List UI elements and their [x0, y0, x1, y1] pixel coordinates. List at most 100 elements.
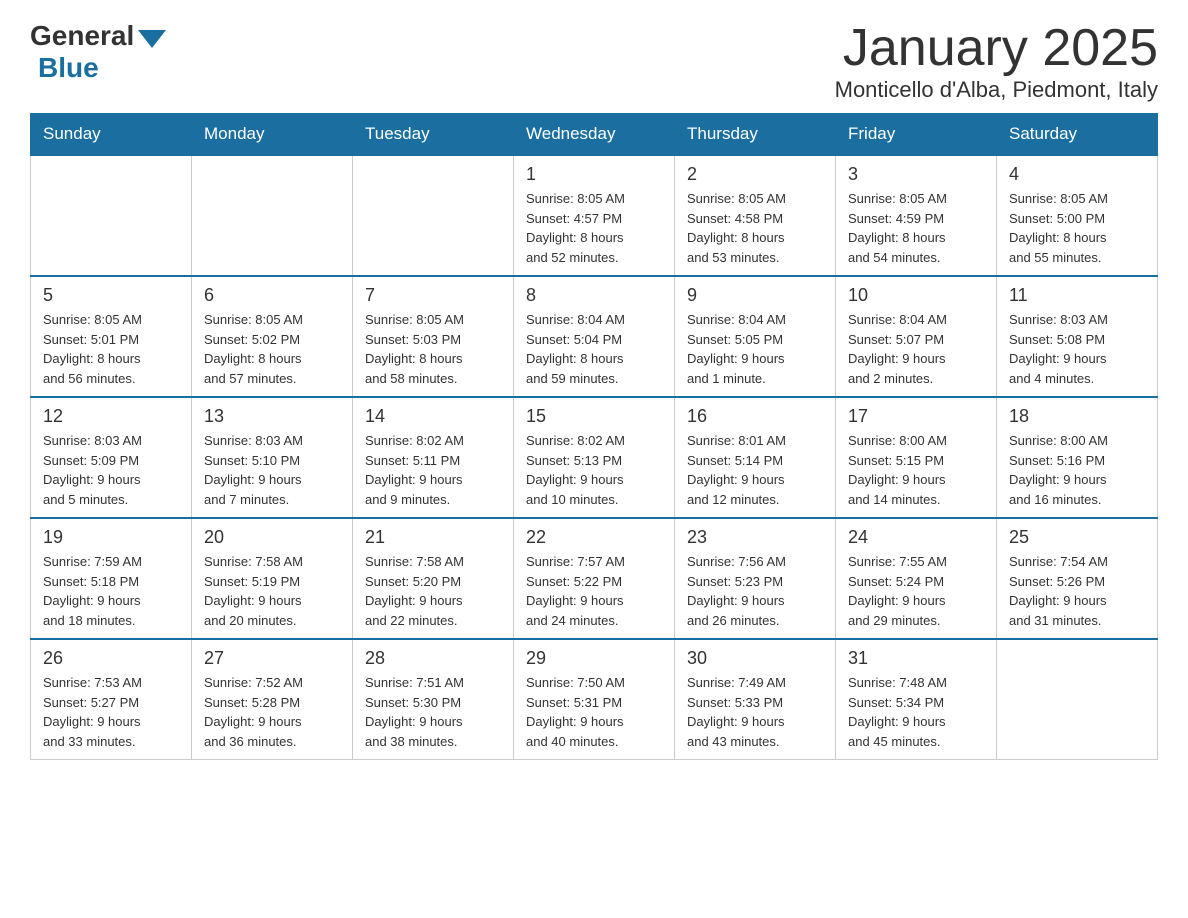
title-section: January 2025 Monticello d'Alba, Piedmont… [835, 20, 1158, 103]
day-info: Sunrise: 7:58 AMSunset: 5:20 PMDaylight:… [365, 552, 501, 630]
calendar-day-7: 7Sunrise: 8:05 AMSunset: 5:03 PMDaylight… [353, 276, 514, 397]
day-number: 22 [526, 527, 662, 548]
day-info: Sunrise: 7:55 AMSunset: 5:24 PMDaylight:… [848, 552, 984, 630]
day-number: 31 [848, 648, 984, 669]
day-info: Sunrise: 8:01 AMSunset: 5:14 PMDaylight:… [687, 431, 823, 509]
day-info: Sunrise: 7:51 AMSunset: 5:30 PMDaylight:… [365, 673, 501, 751]
day-number: 18 [1009, 406, 1145, 427]
calendar-day-26: 26 Sunrise: 7:53 AMSunset: 5:27 PMDayligh… [31, 639, 192, 760]
day-info: Sunrise: 8:04 AMSunset: 5:07 PMDaylight:… [848, 310, 984, 388]
weekday-header-row: SundayMondayTuesdayWednesdayThursdayFrid… [31, 114, 1158, 156]
weekday-header-monday: Monday [192, 114, 353, 156]
day-info: Sunrise: 7:54 AMSunset: 5:26 PMDaylight:… [1009, 552, 1145, 630]
day-info: Sunrise: 8:02 AMSunset: 5:13 PMDaylight:… [526, 431, 662, 509]
weekday-header-friday: Friday [836, 114, 997, 156]
calendar-day-9: 9 Sunrise: 8:04 AMSunset: 5:05 PMDaylight… [675, 276, 836, 397]
calendar-day-4: 4 Sunrise: 8:05 AMSunset: 5:00 PMDaylight… [997, 155, 1158, 276]
day-number: 25 [1009, 527, 1145, 548]
day-number: 8 [526, 285, 662, 306]
day-info: Sunrise: 8:05 AMSunset: 4:57 PMDaylight:… [526, 189, 662, 267]
day-number: 15 [526, 406, 662, 427]
day-info: Sunrise: 8:03 AMSunset: 5:10 PMDaylight:… [204, 431, 340, 509]
calendar-day-17: 17 Sunrise: 8:00 AMSunset: 5:15 PMDayligh… [836, 397, 997, 518]
day-number: 4 [1009, 164, 1145, 185]
day-info: Sunrise: 8:05 AMSunset: 5:01 PMDaylight:… [43, 310, 179, 388]
day-number: 5 [43, 285, 179, 306]
calendar-day-5: 5 Sunrise: 8:05 AMSunset: 5:01 PMDaylight… [31, 276, 192, 397]
day-number: 10 [848, 285, 984, 306]
calendar-day-27: 27 Sunrise: 7:52 AMSunset: 5:28 PMDayligh… [192, 639, 353, 760]
calendar-header: SundayMondayTuesdayWednesdayThursdayFrid… [31, 114, 1158, 156]
day-info: Sunrise: 7:58 AMSunset: 5:19 PMDaylight:… [204, 552, 340, 630]
day-number: 29 [526, 648, 662, 669]
calendar-day-10: 10 Sunrise: 8:04 AMSunset: 5:07 PMDayligh… [836, 276, 997, 397]
calendar-day-1: 1Sunrise: 8:05 AMSunset: 4:57 PMDaylight… [514, 155, 675, 276]
calendar-day-empty [353, 155, 514, 276]
calendar-day-21: 21 Sunrise: 7:58 AMSunset: 5:20 PMDayligh… [353, 518, 514, 639]
day-info: Sunrise: 7:57 AMSunset: 5:22 PMDaylight:… [526, 552, 662, 630]
calendar-day-22: 22 Sunrise: 7:57 AMSunset: 5:22 PMDayligh… [514, 518, 675, 639]
day-info: Sunrise: 8:05 AMSunset: 4:58 PMDaylight:… [687, 189, 823, 267]
day-info: Sunrise: 7:52 AMSunset: 5:28 PMDaylight:… [204, 673, 340, 751]
day-number: 12 [43, 406, 179, 427]
day-number: 23 [687, 527, 823, 548]
day-number: 24 [848, 527, 984, 548]
day-number: 26 [43, 648, 179, 669]
day-number: 2 [687, 164, 823, 185]
day-info: Sunrise: 7:48 AMSunset: 5:34 PMDaylight:… [848, 673, 984, 751]
day-info: Sunrise: 8:02 AMSunset: 5:11 PMDaylight:… [365, 431, 501, 509]
weekday-header-wednesday: Wednesday [514, 114, 675, 156]
day-number: 3 [848, 164, 984, 185]
day-number: 13 [204, 406, 340, 427]
calendar-day-14: 14 Sunrise: 8:02 AMSunset: 5:11 PMDayligh… [353, 397, 514, 518]
calendar-day-30: 30Sunrise: 7:49 AMSunset: 5:33 PMDayligh… [675, 639, 836, 760]
calendar-day-19: 19 Sunrise: 7:59 AMSunset: 5:18 PMDayligh… [31, 518, 192, 639]
calendar-week-3: 12 Sunrise: 8:03 AMSunset: 5:09 PMDayligh… [31, 397, 1158, 518]
day-info: Sunrise: 8:05 AMSunset: 5:00 PMDaylight:… [1009, 189, 1145, 267]
day-info: Sunrise: 8:05 AMSunset: 5:02 PMDaylight:… [204, 310, 340, 388]
day-number: 20 [204, 527, 340, 548]
day-number: 16 [687, 406, 823, 427]
calendar-day-25: 25 Sunrise: 7:54 AMSunset: 5:26 PMDayligh… [997, 518, 1158, 639]
weekday-header-tuesday: Tuesday [353, 114, 514, 156]
day-info: Sunrise: 7:53 AMSunset: 5:27 PMDaylight:… [43, 673, 179, 751]
calendar-day-empty [31, 155, 192, 276]
calendar-day-2: 2 Sunrise: 8:05 AMSunset: 4:58 PMDaylight… [675, 155, 836, 276]
calendar-day-6: 6 Sunrise: 8:05 AMSunset: 5:02 PMDaylight… [192, 276, 353, 397]
calendar-day-31: 31 Sunrise: 7:48 AMSunset: 5:34 PMDayligh… [836, 639, 997, 760]
calendar-day-13: 13 Sunrise: 8:03 AMSunset: 5:10 PMDayligh… [192, 397, 353, 518]
day-number: 14 [365, 406, 501, 427]
location-title: Monticello d'Alba, Piedmont, Italy [835, 77, 1158, 103]
calendar-week-4: 19 Sunrise: 7:59 AMSunset: 5:18 PMDayligh… [31, 518, 1158, 639]
calendar-day-23: 23 Sunrise: 7:56 AMSunset: 5:23 PMDayligh… [675, 518, 836, 639]
day-info: Sunrise: 7:49 AMSunset: 5:33 PMDaylight:… [687, 673, 823, 751]
day-info: Sunrise: 8:03 AMSunset: 5:08 PMDaylight:… [1009, 310, 1145, 388]
day-info: Sunrise: 8:03 AMSunset: 5:09 PMDaylight:… [43, 431, 179, 509]
logo-arrow-icon [138, 30, 166, 48]
calendar-day-16: 16 Sunrise: 8:01 AMSunset: 5:14 PMDayligh… [675, 397, 836, 518]
calendar-day-empty [192, 155, 353, 276]
calendar-week-5: 26 Sunrise: 7:53 AMSunset: 5:27 PMDayligh… [31, 639, 1158, 760]
day-info: Sunrise: 8:04 AMSunset: 5:04 PMDaylight:… [526, 310, 662, 388]
calendar-day-29: 29Sunrise: 7:50 AMSunset: 5:31 PMDayligh… [514, 639, 675, 760]
logo: General Blue [30, 20, 166, 84]
calendar-day-8: 8 Sunrise: 8:04 AMSunset: 5:04 PMDaylight… [514, 276, 675, 397]
day-info: Sunrise: 8:05 AMSunset: 4:59 PMDaylight:… [848, 189, 984, 267]
day-number: 21 [365, 527, 501, 548]
day-number: 27 [204, 648, 340, 669]
day-number: 9 [687, 285, 823, 306]
day-info: Sunrise: 8:00 AMSunset: 5:16 PMDaylight:… [1009, 431, 1145, 509]
day-info: Sunrise: 7:59 AMSunset: 5:18 PMDaylight:… [43, 552, 179, 630]
day-info: Sunrise: 8:00 AMSunset: 5:15 PMDaylight:… [848, 431, 984, 509]
weekday-header-thursday: Thursday [675, 114, 836, 156]
day-info: Sunrise: 7:56 AMSunset: 5:23 PMDaylight:… [687, 552, 823, 630]
day-info: Sunrise: 8:04 AMSunset: 5:05 PMDaylight:… [687, 310, 823, 388]
calendar-day-3: 3 Sunrise: 8:05 AMSunset: 4:59 PMDaylight… [836, 155, 997, 276]
calendar-body: 1Sunrise: 8:05 AMSunset: 4:57 PMDaylight… [31, 155, 1158, 760]
month-year-title: January 2025 [835, 20, 1158, 77]
day-number: 28 [365, 648, 501, 669]
page-header: General Blue January 2025 Monticello d'A… [30, 20, 1158, 103]
day-number: 19 [43, 527, 179, 548]
day-number: 6 [204, 285, 340, 306]
day-number: 17 [848, 406, 984, 427]
